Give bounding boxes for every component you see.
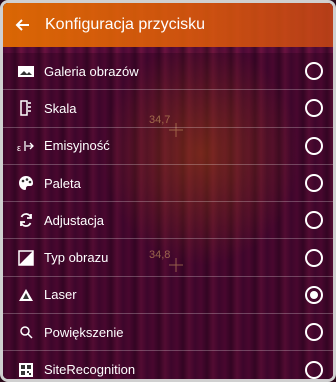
list-item-label: Paleta <box>44 175 81 191</box>
list-item-label: Powiększenie <box>44 324 124 340</box>
svg-text:ε: ε <box>17 143 21 153</box>
radio-button-selected[interactable] <box>305 285 323 304</box>
radio-button[interactable] <box>305 174 323 193</box>
list-item-label: Adjustacja <box>44 212 104 228</box>
list-item-label: Typ obrazu <box>44 250 109 266</box>
list-item-gallery[interactable]: Galeria obrazów <box>3 53 333 91</box>
list-item-palette[interactable]: Paleta <box>3 164 333 203</box>
list-item-label: Skala <box>44 100 77 116</box>
list-item-emissivity[interactable]: ε Emisyjność <box>3 127 333 165</box>
radio-button[interactable] <box>305 248 323 267</box>
list-item-zoom[interactable]: Powiększenie <box>3 314 333 352</box>
radio-button[interactable] <box>305 136 323 155</box>
refresh-icon <box>16 212 36 228</box>
list-item-laser[interactable]: Laser <box>3 276 333 315</box>
laser-icon <box>16 287 36 303</box>
page-title: Konfiguracja przycisku <box>45 16 206 33</box>
list-item-site-recognition[interactable]: SiteRecognition <box>3 351 333 379</box>
qr-code-icon <box>16 362 36 378</box>
arrow-left-icon[interactable] <box>15 16 33 34</box>
gallery-icon <box>16 63 36 79</box>
button-config-list: Galeria obrazów Skala ε Emisyjność Palet… <box>3 53 333 379</box>
emissivity-icon: ε <box>16 138 36 154</box>
header-bar: Konfiguracja przycisku <box>3 3 333 47</box>
radio-button[interactable] <box>305 99 323 118</box>
scale-icon <box>16 100 36 117</box>
radio-button[interactable] <box>305 62 323 81</box>
magnifier-icon <box>16 324 36 340</box>
list-item-label: SiteRecognition <box>44 362 136 378</box>
radio-button[interactable] <box>305 360 323 379</box>
radio-button[interactable] <box>305 211 323 230</box>
palette-icon <box>16 175 36 191</box>
image-type-icon <box>16 249 36 266</box>
list-item-image-type[interactable]: Typ obrazu <box>3 239 333 277</box>
list-item-scale[interactable]: Skala <box>3 90 333 128</box>
list-item-adjustment[interactable]: Adjustacja <box>3 202 333 240</box>
radio-button[interactable] <box>305 323 323 342</box>
list-item-label: Laser <box>44 287 77 303</box>
list-item-label: Emisyjność <box>44 138 110 154</box>
screen-frame: Konfiguracja przycisku 34,7 34,8 Galeria… <box>0 0 336 382</box>
list-item-label: Galeria obrazów <box>44 63 139 79</box>
